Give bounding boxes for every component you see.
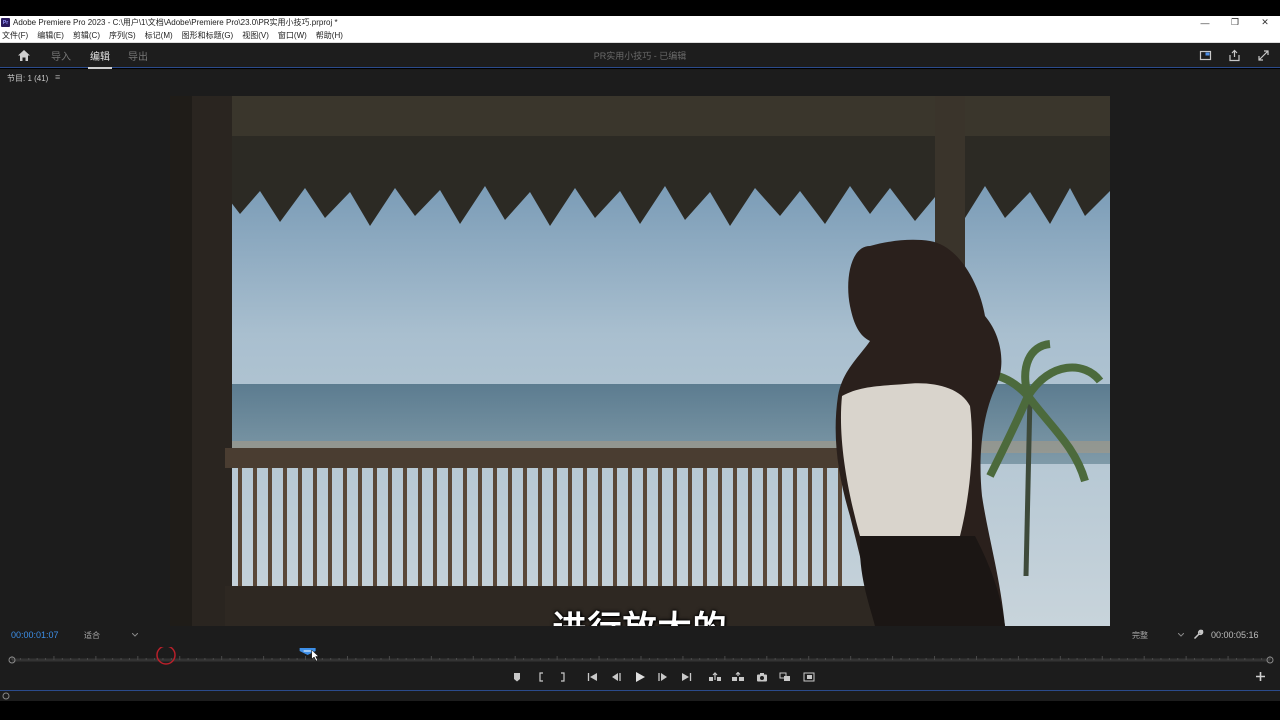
premiere-app-icon: Pr: [1, 18, 10, 27]
step-back-button[interactable]: [608, 669, 624, 685]
close-button[interactable]: ✕: [1250, 16, 1280, 29]
menu-bar: 文件(F) 编辑(E) 剪辑(C) 序列(S) 标记(M) 图形和标题(G) 视…: [0, 29, 1280, 43]
window-controls: — ❐ ✕: [1190, 16, 1280, 29]
status-strip: [0, 690, 1280, 701]
lift-button[interactable]: [707, 669, 723, 685]
menu-view[interactable]: 视图(V): [242, 30, 269, 41]
chevron-down-icon: [132, 633, 138, 637]
insert-icon: [779, 672, 790, 681]
add-button-icon[interactable]: [1254, 670, 1267, 683]
menu-sequence[interactable]: 序列(S): [109, 30, 136, 41]
playback-quality-value: 完整: [1132, 630, 1148, 640]
extract-button[interactable]: [730, 669, 746, 685]
program-video-frame[interactable]: 进行放大的: [170, 96, 1110, 626]
mark-out-icon: [561, 672, 565, 682]
lift-icon: [709, 672, 721, 681]
duration-timecode: 00:00:05:16: [1211, 630, 1259, 640]
current-timecode[interactable]: 00:00:01:07: [11, 630, 59, 640]
go-to-in-button[interactable]: [585, 669, 601, 685]
mark-in-button[interactable]: [533, 669, 549, 685]
step-back-icon: [612, 673, 621, 681]
overwrite-button[interactable]: [801, 669, 817, 685]
go-to-in-icon: [587, 673, 597, 681]
menu-clip[interactable]: 剪辑(C): [73, 30, 100, 41]
window-titlebar: Pr Adobe Premiere Pro 2023 - C:\用户\1\文档\…: [0, 16, 1280, 29]
marker-icon: [514, 673, 520, 682]
workspace-header: 导入 编辑 导出 PR实用小技巧 - 已编辑: [0, 43, 1280, 69]
chevron-down-icon: [1178, 633, 1184, 637]
menu-edit[interactable]: 编辑(E): [37, 30, 64, 41]
marker-button[interactable]: [509, 669, 525, 685]
play-icon: [636, 672, 645, 682]
video-caption: 进行放大的: [170, 601, 1110, 626]
wrench-settings-icon[interactable]: [1193, 629, 1204, 640]
panel-menu-icon[interactable]: ≡: [55, 72, 60, 82]
top-letterbox: [0, 0, 1280, 16]
program-panel-tab[interactable]: 节目: 1 (41): [7, 73, 48, 84]
menu-graphics[interactable]: 图形和标题(G): [182, 30, 234, 41]
export-frame-button[interactable]: [754, 669, 770, 685]
overwrite-icon: [803, 672, 815, 682]
minimize-button[interactable]: —: [1190, 16, 1220, 29]
transport-controls: [0, 669, 1280, 685]
mark-in-icon: [539, 672, 543, 682]
fullscreen-icon[interactable]: [1257, 49, 1270, 62]
step-forward-icon: [658, 673, 667, 681]
playback-quality-dropdown[interactable]: 完整: [1132, 629, 1184, 641]
bottom-letterbox: [0, 701, 1280, 720]
export-frame-icon: [757, 673, 767, 682]
window-title: Adobe Premiere Pro 2023 - C:\用户\1\文档\Ado…: [13, 18, 338, 27]
quick-export-icon[interactable]: [1199, 49, 1212, 62]
time-ruler[interactable]: [8, 647, 1274, 667]
go-to-out-icon: [682, 673, 692, 681]
video-frame-image: [170, 96, 1110, 626]
step-forward-button[interactable]: [655, 669, 671, 685]
mark-out-button[interactable]: [555, 669, 571, 685]
menu-markers[interactable]: 标记(M): [145, 30, 173, 41]
project-title: PR实用小技巧 - 已编辑: [593, 51, 687, 61]
share-icon[interactable]: [1228, 49, 1241, 62]
zoom-fit-value: 适合: [84, 630, 100, 640]
go-to-out-button[interactable]: [678, 669, 694, 685]
insert-button[interactable]: [777, 669, 793, 685]
status-indicator-icon: [2, 692, 10, 700]
restore-button[interactable]: ❐: [1220, 16, 1250, 29]
menu-file[interactable]: 文件(F): [2, 30, 28, 41]
zoom-fit-dropdown[interactable]: 适合: [84, 629, 138, 641]
menu-help[interactable]: 帮助(H): [316, 30, 343, 41]
extract-icon: [732, 672, 744, 681]
program-monitor-panel: 节目: 1 (41) ≡ 00:00:01:07 适合 完整 00:00:05:…: [0, 69, 1280, 690]
play-button[interactable]: [632, 669, 648, 685]
menu-window[interactable]: 窗口(W): [278, 30, 307, 41]
